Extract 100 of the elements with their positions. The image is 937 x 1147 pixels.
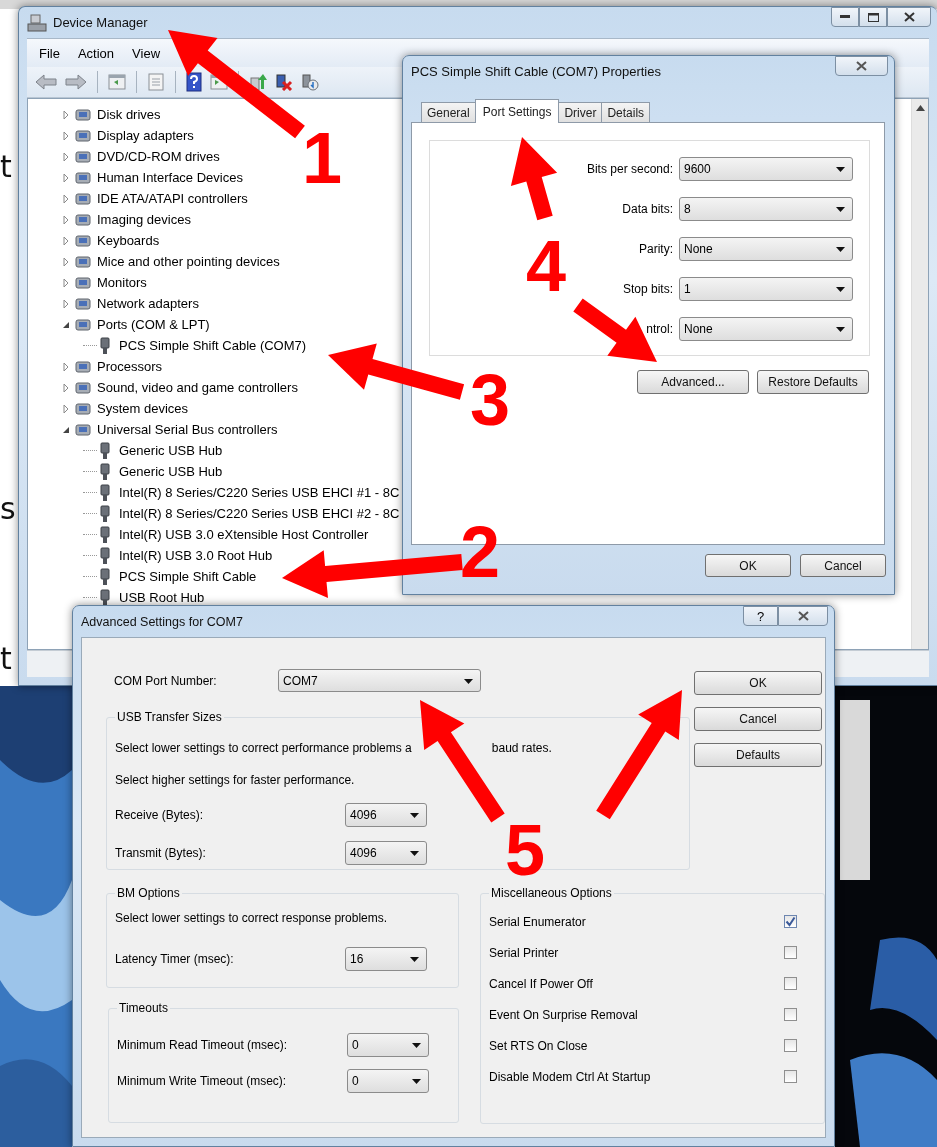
device-cross-icon[interactable] bbox=[275, 73, 293, 91]
dropdown[interactable]: COM7 bbox=[278, 669, 481, 692]
close-button[interactable] bbox=[778, 606, 828, 626]
dialog-button[interactable]: OK bbox=[705, 554, 791, 577]
dialog-button[interactable]: Defaults bbox=[694, 743, 822, 767]
tree-item[interactable]: IDE ATA/ATAPI controllers bbox=[97, 191, 248, 206]
expand-icon[interactable] bbox=[61, 214, 71, 225]
tree-item[interactable]: DVD/CD-ROM drives bbox=[97, 149, 220, 164]
option-label: Serial Enumerator bbox=[489, 914, 587, 929]
field-label: Minimum Write Timeout (msec): bbox=[117, 1074, 288, 1088]
expand-icon[interactable] bbox=[61, 382, 71, 393]
tree-item[interactable]: Human Interface Devices bbox=[97, 170, 243, 185]
maximize-icon bbox=[867, 12, 879, 22]
expand-icon[interactable] bbox=[61, 403, 71, 414]
caret-icon bbox=[836, 167, 845, 172]
tab[interactable]: Port Settings bbox=[474, 99, 560, 123]
device-icon bbox=[74, 127, 92, 144]
expand-icon[interactable] bbox=[61, 172, 71, 183]
menu-item[interactable]: View bbox=[132, 45, 161, 61]
expand-icon[interactable] bbox=[61, 256, 71, 267]
slide-text: s bbox=[0, 492, 16, 526]
step-number: 2 bbox=[460, 512, 501, 592]
window-title: Device Manager bbox=[53, 15, 148, 30]
tree-item[interactable]: Generic USB Hub bbox=[119, 443, 223, 458]
scan-icon[interactable] bbox=[301, 73, 319, 91]
tree-item[interactable]: Mice and other pointing devices bbox=[97, 254, 280, 269]
dialog-button[interactable]: OK bbox=[694, 671, 822, 695]
tree-item[interactable]: Intel(R) 8 Series/C220 Series USB EHCI #2 - 8C bbox=[119, 506, 400, 521]
dropdown[interactable]: None bbox=[679, 237, 853, 261]
expand-icon[interactable] bbox=[61, 151, 71, 162]
tree-item[interactable]: Generic USB Hub bbox=[119, 464, 223, 479]
checkbox[interactable] bbox=[784, 1039, 797, 1052]
tree-item[interactable]: PCS Simple Shift Cable (COM7) bbox=[119, 338, 307, 353]
checkbox[interactable] bbox=[784, 915, 797, 928]
tree-item[interactable]: Monitors bbox=[97, 275, 147, 290]
tree-item[interactable]: Sound, video and game controllers bbox=[97, 380, 298, 395]
dialog-button[interactable]: Restore Defaults bbox=[757, 370, 869, 394]
tree-item[interactable]: Keyboards bbox=[97, 233, 160, 248]
dropdown[interactable]: 8 bbox=[679, 197, 853, 221]
expand-icon[interactable] bbox=[61, 109, 71, 120]
dropdown[interactable]: 0 bbox=[347, 1033, 429, 1057]
help-button[interactable]: ? bbox=[743, 606, 778, 626]
field-label: Transmit (Bytes): bbox=[115, 846, 207, 860]
dropdown[interactable]: 4096 bbox=[345, 803, 427, 827]
close-button[interactable] bbox=[835, 56, 888, 76]
dialog-button[interactable]: Cancel bbox=[800, 554, 886, 577]
tree-item[interactable]: Disk drives bbox=[97, 107, 161, 122]
expand-icon[interactable] bbox=[61, 361, 71, 372]
tree-item[interactable]: Universal Serial Bus controllers bbox=[97, 422, 278, 437]
tree-item[interactable]: Imaging devices bbox=[97, 212, 191, 227]
dropdown[interactable]: 0 bbox=[347, 1069, 429, 1093]
scrollbar[interactable] bbox=[911, 99, 928, 649]
device-icon bbox=[74, 211, 92, 228]
tree-item[interactable]: Intel(R) USB 3.0 Root Hub bbox=[119, 548, 273, 563]
expand-icon[interactable] bbox=[61, 130, 71, 141]
tree-item[interactable]: PCS Simple Shift Cable bbox=[119, 569, 257, 584]
expand-icon[interactable] bbox=[61, 193, 71, 204]
expand-icon[interactable] bbox=[61, 277, 71, 288]
plug-icon bbox=[98, 483, 112, 502]
checkbox[interactable] bbox=[784, 1008, 797, 1021]
checkbox[interactable] bbox=[784, 1070, 797, 1083]
option-label: Disable Modem Ctrl At Startup bbox=[489, 1069, 652, 1084]
back-arrow-icon[interactable] bbox=[35, 74, 57, 90]
tree-item[interactable]: System devices bbox=[97, 401, 189, 416]
tree-item[interactable]: Processors bbox=[97, 359, 163, 374]
tab[interactable]: Details bbox=[601, 102, 651, 122]
upload-icon[interactable] bbox=[249, 73, 267, 91]
menu-item[interactable]: File bbox=[39, 45, 60, 61]
caret-icon bbox=[836, 247, 845, 252]
tree-item[interactable]: USB Root Hub bbox=[119, 590, 205, 605]
dropdown[interactable]: None bbox=[679, 317, 853, 341]
help-icon[interactable] bbox=[186, 72, 202, 92]
tree-item[interactable]: Ports (COM & LPT) bbox=[97, 317, 210, 332]
group-title: USB Transfer Sizes bbox=[116, 710, 223, 724]
dropdown[interactable]: 4096 bbox=[345, 841, 427, 865]
dialog-button[interactable]: Advanced... bbox=[637, 370, 749, 394]
dropdown[interactable]: 1 bbox=[679, 277, 853, 301]
device-icon bbox=[74, 253, 92, 270]
scroll-up-icon[interactable] bbox=[915, 105, 925, 111]
dropdown[interactable]: 9600 bbox=[679, 157, 853, 181]
close-button[interactable] bbox=[887, 7, 931, 27]
expand-icon[interactable] bbox=[61, 298, 71, 309]
sheet-icon[interactable] bbox=[147, 73, 165, 91]
menu-item[interactable]: Action bbox=[77, 45, 115, 61]
tree-item[interactable]: Intel(R) 8 Series/C220 Series USB EHCI #1 - 8C bbox=[119, 485, 400, 500]
tree-item[interactable]: Display adapters bbox=[97, 128, 194, 143]
tree-item[interactable]: Network adapters bbox=[97, 296, 199, 311]
maximize-button[interactable] bbox=[859, 7, 887, 27]
window-icon[interactable] bbox=[108, 74, 126, 90]
forward-arrow-icon[interactable] bbox=[65, 74, 87, 90]
tab[interactable]: Driver bbox=[558, 102, 603, 122]
tab[interactable]: General bbox=[421, 102, 476, 122]
minimize-button[interactable] bbox=[831, 7, 859, 27]
checkbox[interactable] bbox=[784, 977, 797, 990]
tree-item[interactable]: Intel(R) USB 3.0 eXtensible Host Controller bbox=[119, 527, 369, 542]
expand-icon[interactable] bbox=[61, 235, 71, 246]
checkbox[interactable] bbox=[784, 946, 797, 959]
dropdown[interactable]: 16 bbox=[345, 947, 427, 971]
group-title: Timeouts bbox=[118, 1001, 169, 1015]
dialog-button[interactable]: Cancel bbox=[694, 707, 822, 731]
